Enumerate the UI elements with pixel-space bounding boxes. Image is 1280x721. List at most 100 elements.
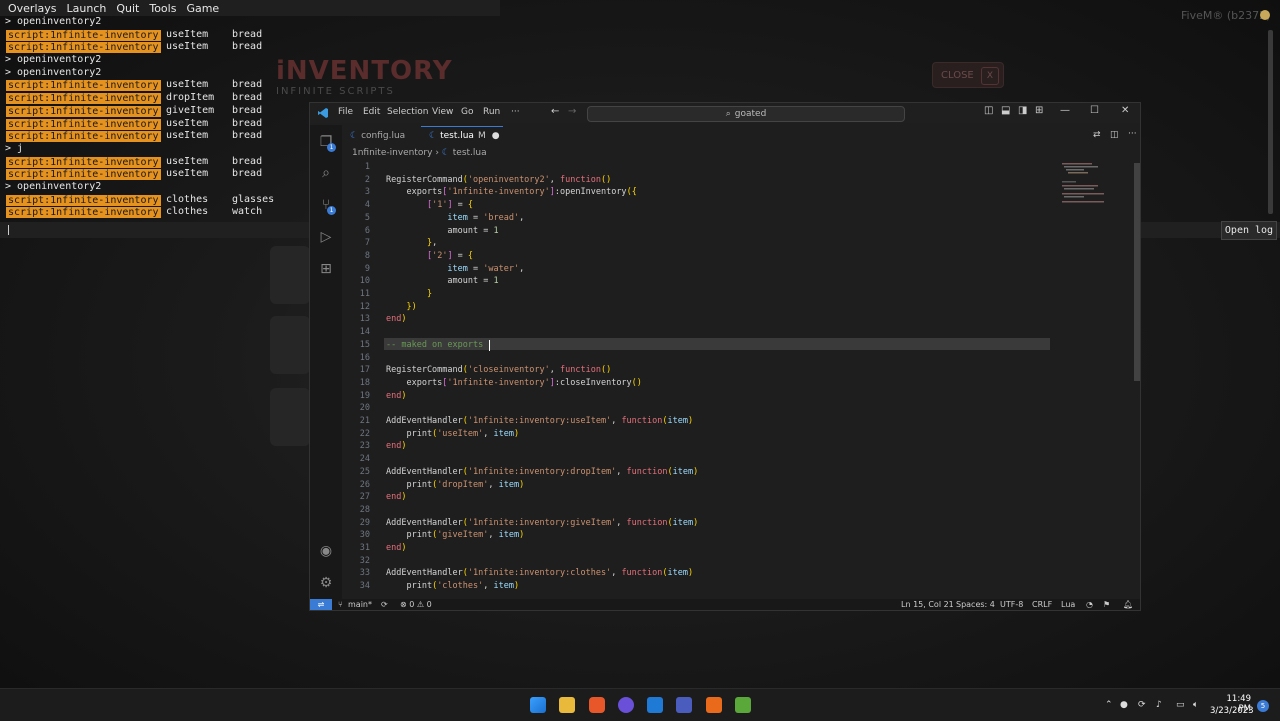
code-line[interactable]: end) [386, 391, 406, 401]
indentation[interactable]: Spaces: 4 [956, 599, 995, 610]
brave-browser-icon[interactable] [589, 697, 605, 713]
code-line[interactable]: print('useItem', item) [386, 429, 519, 439]
menu-run[interactable]: Run [483, 107, 500, 117]
back-arrow-icon[interactable]: ← [551, 106, 559, 117]
nvidia-icon[interactable] [735, 697, 751, 713]
tab-test-lua[interactable]: ☾ test.lua M ● [421, 126, 503, 145]
file-encoding[interactable]: UTF-8 [1000, 599, 1023, 610]
forward-arrow-icon[interactable]: → [568, 106, 576, 117]
code-line[interactable]: end) [386, 441, 406, 451]
inventory-slot-watch[interactable] [270, 388, 310, 446]
search-icon[interactable]: ⌕ [317, 164, 335, 182]
menu-view[interactable]: View [432, 107, 453, 117]
sync-icon[interactable]: ⟳ [381, 599, 388, 610]
code-line[interactable]: RegisterCommand('openinventory2', functi… [386, 175, 611, 185]
clock-date[interactable]: 3/23/2023 [1210, 706, 1254, 716]
notifications-bell-icon[interactable]: 🔔︎ [1123, 599, 1133, 610]
breadcrumb-folder[interactable]: 1nfinite-inventory [352, 148, 432, 158]
toggle-sidebar-icon[interactable]: ◫ [984, 105, 993, 116]
menu-file[interactable]: File [338, 107, 353, 117]
line-number: 16 [359, 352, 370, 363]
code-line[interactable]: amount = 1 [386, 276, 498, 286]
open-changes-icon[interactable]: ⇄ [1093, 130, 1101, 140]
split-editor-icon[interactable]: ◫ [1110, 130, 1119, 140]
run-debug-icon[interactable]: ▷ [317, 228, 335, 246]
unsaved-dot-icon[interactable]: ● [492, 131, 500, 141]
code-line[interactable]: exports['1nfinite-inventory']:openInvent… [386, 187, 636, 197]
code-line[interactable]: print('giveItem', item) [386, 530, 524, 540]
code-line[interactable]: -- maked on exports [386, 340, 483, 350]
close-icon[interactable]: ✕ [1121, 105, 1129, 116]
console-menu-tools[interactable]: Tools [149, 2, 176, 15]
maximize-icon[interactable]: ☐ [1090, 105, 1099, 116]
tab-config-lua[interactable]: ☾ config.lua [342, 126, 420, 145]
inventory-close-button[interactable]: CLOSE X [932, 62, 1004, 88]
code-line[interactable]: RegisterCommand('closeinventory', functi… [386, 365, 611, 375]
minimize-icon[interactable]: — [1060, 105, 1070, 116]
code-line[interactable]: exports['1nfinite-inventory']:closeInven… [386, 378, 641, 388]
console-menu-game[interactable]: Game [186, 2, 219, 15]
remote-icon[interactable]: ⇌ [310, 599, 332, 610]
more-actions-icon[interactable]: ··· [1128, 129, 1137, 139]
display-icon[interactable]: ▭ [1176, 700, 1186, 710]
code-line[interactable]: end) [386, 314, 406, 324]
file-explorer-icon[interactable] [559, 697, 575, 713]
customize-layout-icon[interactable]: ⊞ [1035, 105, 1043, 116]
line-number: 6 [364, 225, 370, 236]
git-branch[interactable]: main* [348, 599, 372, 610]
console-menu-overlays[interactable]: Overlays [8, 2, 57, 15]
extensions-icon[interactable]: ⊞ [317, 260, 335, 278]
end-of-line[interactable]: CRLF [1032, 599, 1052, 610]
toggle-panel-icon[interactable]: ⬓ [1001, 105, 1010, 116]
fivem-icon[interactable] [706, 697, 722, 713]
inventory-slot-glasses[interactable] [270, 246, 310, 304]
code-line[interactable]: AddEventHandler('1nfinite:inventory:useI… [386, 416, 693, 426]
code-line[interactable]: end) [386, 543, 406, 553]
menu-edit[interactable]: Edit [363, 107, 380, 117]
open-log-button[interactable]: Open log [1221, 221, 1277, 240]
tray-app-icon[interactable]: ● [1120, 700, 1130, 710]
menu-more[interactable]: ··· [511, 107, 520, 117]
console-scrollbar[interactable] [1268, 30, 1273, 214]
code-line[interactable]: end) [386, 492, 406, 502]
settings-gear-icon[interactable]: ⚙ [317, 574, 335, 592]
breadcrumb-file[interactable]: test.lua [453, 148, 487, 158]
inventory-slot-tie[interactable] [270, 316, 310, 374]
feedback-icon[interactable]: ⚑ [1103, 599, 1110, 610]
code-line[interactable]: AddEventHandler('1nfinite:inventory:drop… [386, 467, 698, 477]
windows-start-icon[interactable] [530, 697, 546, 713]
volume-icon[interactable]: 🔈︎ [1193, 700, 1203, 710]
console-menu-launch[interactable]: Launch [67, 2, 107, 15]
code-line[interactable]: ['2'] = { [386, 251, 473, 261]
console-menu-quit[interactable]: Quit [116, 2, 139, 15]
minimap[interactable] [1058, 161, 1108, 211]
problems-count[interactable]: ⊗ 0 ⚠ 0 [400, 599, 432, 610]
code-editor[interactable]: 1 2 RegisterCommand('openinventory2', func… [342, 161, 1132, 597]
language-mode[interactable]: Lua [1061, 599, 1075, 610]
app-icon[interactable] [676, 697, 692, 713]
microphone-icon[interactable]: ♪ [1156, 700, 1166, 710]
menu-selection[interactable]: Selection [387, 107, 428, 117]
cursor-position[interactable]: Ln 15, Col 21 [901, 599, 954, 610]
chevron-up-icon[interactable]: ⌃ [1105, 700, 1115, 710]
code-line[interactable]: }) [386, 302, 416, 312]
menu-go[interactable]: Go [461, 107, 473, 117]
account-icon[interactable]: ◉ [317, 542, 335, 560]
vscode-taskbar-icon[interactable] [647, 697, 663, 713]
code-line[interactable]: }, [386, 238, 437, 248]
toggle-secondary-sidebar-icon[interactable]: ◨ [1018, 105, 1027, 116]
discord-icon[interactable] [618, 697, 634, 713]
code-line[interactable]: item = 'water', [386, 264, 524, 274]
code-line[interactable]: amount = 1 [386, 226, 498, 236]
command-center-search[interactable]: ⌕ goated [587, 106, 905, 122]
code-line[interactable]: ['1'] = { [386, 200, 473, 210]
code-line[interactable]: AddEventHandler('1nfinite:inventory:give… [386, 518, 698, 528]
tray-sync-icon[interactable]: ⟳ [1138, 700, 1148, 710]
editor-scrollbar[interactable] [1134, 163, 1140, 381]
code-line[interactable]: item = 'bread', [386, 213, 524, 223]
code-line[interactable]: print('clothes', item) [386, 581, 519, 591]
code-line[interactable]: print('dropItem', item) [386, 480, 524, 490]
notification-badge[interactable]: 5 [1257, 700, 1269, 712]
code-line[interactable]: } [386, 289, 432, 299]
code-line[interactable]: AddEventHandler('1nfinite:inventory:clot… [386, 568, 693, 578]
